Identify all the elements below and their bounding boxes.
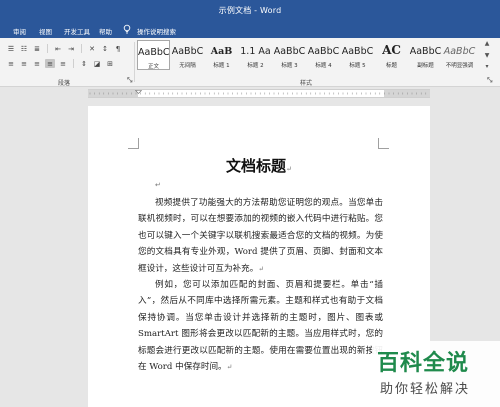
paragraph-mark-icon: ↵	[226, 363, 233, 372]
show-marks-icon[interactable]: ¶	[113, 44, 123, 53]
justify-icon[interactable]: ≡	[45, 59, 55, 68]
style-name: 标题 2	[247, 63, 264, 69]
indent-marker-icon[interactable]	[135, 90, 142, 97]
dialog-launcher-icon[interactable]	[127, 77, 133, 83]
style-name: 标题	[385, 63, 397, 69]
paragraph-text: 视频提供了功能强大的方法帮助您证明您的观点。当您单击联机视频时，可以在想要添加的…	[138, 198, 383, 274]
style-name: 标题 5	[349, 63, 366, 69]
body-paragraph-2[interactable]: 例如，您可以添加匹配的封面、页眉和提要栏。单击“插入”，然后从不同库中选择所需元…	[138, 277, 383, 375]
style-tile-title[interactable]: AC 标题	[375, 40, 408, 70]
group-label-paragraph: 段落	[58, 80, 71, 87]
tab-developer[interactable]: 开发工具	[64, 26, 90, 36]
bullets-icon[interactable]: ☰	[6, 44, 16, 53]
ribbon: ☰ ☷ ≣ ⇤ ⇥ ✕ ↕ ¶ ≡ ≡ ≡ ≡ ≡ ⇕ ◪ ⊞ 段落 AaBbC…	[0, 38, 500, 87]
tell-me-search[interactable]: 操作说明搜索	[137, 26, 176, 36]
paragraph-mark-icon: ↵	[286, 165, 292, 173]
styles-gallery: AaBbC 正文 AaBbC 无间隔 AaB 标题 1 1.1 Aa 标题 2 …	[137, 40, 480, 72]
style-tile-subtitle[interactable]: AaBbC 副标题	[409, 40, 442, 70]
horizontal-ruler[interactable]	[88, 89, 430, 98]
separator	[73, 59, 74, 68]
word-window: 示例文档 - Word 审阅 视图 开发工具 帮助 操作说明搜索 ☰ ☷ ≣ ⇤…	[0, 0, 500, 407]
crop-mark	[378, 138, 389, 149]
paragraph-row-2: ≡ ≡ ≡ ≡ ≡ ⇕ ◪ ⊞	[6, 59, 115, 68]
gallery-more-icon[interactable]: ▾	[485, 63, 488, 70]
multilevel-list-icon[interactable]: ≣	[32, 44, 42, 53]
style-tile-no-spacing[interactable]: AaBbC 无间隔	[171, 40, 204, 70]
chevron-down-icon[interactable]: ▼	[485, 52, 490, 59]
style-sample: AaBbC	[138, 47, 169, 58]
dialog-launcher-icon[interactable]	[487, 77, 493, 83]
align-center-icon[interactable]: ≡	[19, 59, 29, 68]
style-sample: 1.1 Aa	[240, 46, 271, 57]
numbering-icon[interactable]: ☷	[19, 44, 29, 53]
document-title[interactable]: 文档标题↵	[88, 155, 430, 176]
style-tile-heading-4[interactable]: AaBbC 标题 4	[307, 40, 340, 70]
group-divider	[134, 42, 135, 82]
align-left-icon[interactable]: ≡	[6, 59, 16, 68]
paragraph-text: 例如，您可以添加匹配的封面、页眉和提要栏。单击“插入”，然后从不同库中选择所需元…	[138, 280, 383, 373]
style-sample: AaB	[210, 46, 233, 57]
style-sample: AaBbC	[171, 46, 204, 57]
increase-indent-icon[interactable]: ⇥	[66, 44, 76, 53]
style-name: 不明显强调	[445, 63, 474, 69]
style-tile-normal[interactable]: AaBbC 正文	[137, 40, 170, 70]
body-paragraph-1[interactable]: 视频提供了功能强大的方法帮助您证明您的观点。当您单击联机视频时，可以在想要添加的…	[138, 195, 383, 277]
style-sample: AaBbC	[409, 46, 442, 57]
style-tile-subtle-emphasis[interactable]: AaBbC 不明显强调	[443, 40, 476, 70]
style-name: 标题 1	[213, 63, 230, 69]
chevron-up-icon[interactable]: ▲	[485, 40, 490, 47]
style-name: 无间隔	[179, 63, 196, 69]
align-right-icon[interactable]: ≡	[32, 59, 42, 68]
watermark-sub-text: 助你轻松解决	[380, 382, 471, 397]
lightbulb-icon[interactable]	[122, 24, 132, 34]
style-name: 标题 3	[281, 63, 298, 69]
distributed-icon[interactable]: ≡	[58, 59, 68, 68]
shading-icon[interactable]: ◪	[92, 59, 102, 68]
style-sample: AaBbC	[307, 46, 340, 57]
chinese-layout-icon[interactable]: ✕	[87, 44, 97, 53]
separator	[81, 44, 82, 53]
group-label-styles: 样式	[300, 80, 313, 87]
style-sample: AaBbC	[273, 46, 306, 57]
paragraph-row-1: ☰ ☷ ≣ ⇤ ⇥ ✕ ↕ ¶	[6, 44, 123, 53]
separator	[47, 44, 48, 53]
style-name: 副标题	[417, 63, 434, 69]
style-tile-heading-2[interactable]: 1.1 Aa 标题 2	[239, 40, 272, 70]
style-tile-heading-3[interactable]: AaBbC 标题 3	[273, 40, 306, 70]
style-name: 标题 4	[315, 63, 332, 69]
title-bar: 示例文档 - Word	[0, 0, 500, 22]
style-sample: AC	[382, 43, 401, 57]
style-tile-heading-1[interactable]: AaB 标题 1	[205, 40, 238, 70]
decrease-indent-icon[interactable]: ⇤	[53, 44, 63, 53]
paragraph-mark-icon: ↵	[155, 181, 161, 189]
style-sample: AaBbC	[443, 46, 476, 57]
document-title-text: 文档标题	[226, 157, 287, 175]
tab-view[interactable]: 视图	[39, 26, 52, 36]
style-sample: AaBbC	[341, 46, 374, 57]
line-spacing-icon[interactable]: ⇕	[79, 59, 89, 68]
sort-icon[interactable]: ↕	[100, 44, 110, 53]
paragraph-mark-icon: ↵	[258, 264, 265, 273]
watermark-logo: 百科全说 助你轻松解决	[372, 341, 500, 407]
tab-review[interactable]: 审阅	[13, 26, 26, 36]
borders-icon[interactable]: ⊞	[105, 59, 115, 68]
watermark-main-text: 百科全说	[377, 351, 470, 376]
style-tile-heading-5[interactable]: AaBbC 标题 5	[341, 40, 374, 70]
window-title: 示例文档 - Word	[218, 6, 282, 15]
style-name: 正文	[147, 64, 159, 70]
tab-help[interactable]: 帮助	[99, 26, 112, 36]
crop-mark	[128, 138, 139, 149]
gallery-scroll: ▲ ▼ ▾	[482, 40, 492, 70]
ribbon-tabs: 审阅 视图 开发工具 帮助 操作说明搜索	[0, 22, 500, 38]
